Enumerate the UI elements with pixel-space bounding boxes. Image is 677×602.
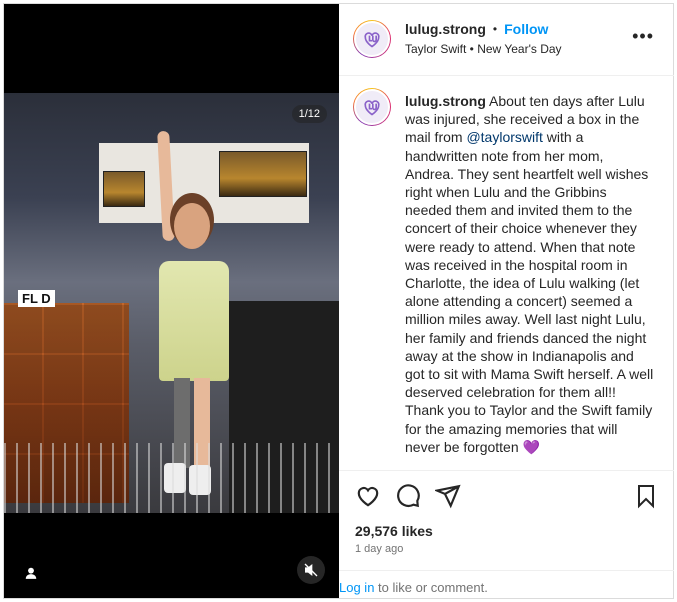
caption-mention[interactable]: @taylorswift — [466, 129, 542, 145]
comment-bar: Log in to like or comment. — [339, 570, 674, 599]
more-options-icon[interactable]: ••• — [632, 26, 654, 47]
post-caption: lulug.strong About ten days after Lulu w… — [405, 92, 655, 466]
separator-dot: • — [492, 22, 498, 36]
avatar-logo-icon — [354, 21, 390, 57]
share-icon[interactable] — [433, 483, 461, 509]
person-head — [174, 203, 210, 249]
railing — [4, 443, 339, 513]
likes-count[interactable]: 29,576 likes — [355, 523, 433, 539]
caption-text-continued: with a handwritten note from her mom, An… — [405, 129, 654, 455]
bookmark-icon[interactable] — [634, 483, 660, 509]
audio-subtitle[interactable]: Taylor Swift • New Year's Day — [405, 42, 562, 56]
comment-icon[interactable] — [395, 483, 421, 509]
caption-avatar[interactable] — [353, 88, 391, 126]
muted-speaker-icon[interactable] — [297, 556, 325, 584]
stage-panel-right — [219, 151, 307, 197]
post-header: lulug.strong • Follow Taylor Swift • New… — [339, 4, 674, 76]
user-tag-icon[interactable] — [20, 562, 42, 584]
login-prompt-text: to like or comment. — [374, 580, 488, 595]
login-prompt: Log in to like or comment. — [339, 580, 488, 595]
post-photo[interactable]: FL D 1/12 — [4, 93, 339, 513]
image-counter: 1/12 — [291, 105, 327, 123]
username-link[interactable]: lulug.strong — [405, 21, 486, 37]
action-bar — [339, 470, 674, 511]
avatar[interactable] — [353, 20, 391, 58]
follow-button[interactable]: Follow — [504, 21, 548, 37]
section-sign: FL D — [18, 290, 55, 307]
header-title-row: lulug.strong • Follow — [405, 21, 548, 37]
caption-username[interactable]: lulug.strong — [405, 93, 486, 109]
post-timestamp[interactable]: 1 day ago — [355, 543, 403, 555]
purple-heart-emoji: 💜 — [522, 438, 540, 455]
sequin-dress — [159, 261, 229, 381]
post-media[interactable]: FL D 1/12 — [4, 4, 339, 598]
post-sidebar: lulug.strong • Follow Taylor Swift • New… — [339, 4, 674, 598]
stage-panel-left — [103, 171, 145, 207]
avatar-logo-icon — [354, 89, 390, 125]
heart-icon[interactable] — [355, 483, 381, 509]
login-link[interactable]: Log in — [339, 580, 374, 595]
